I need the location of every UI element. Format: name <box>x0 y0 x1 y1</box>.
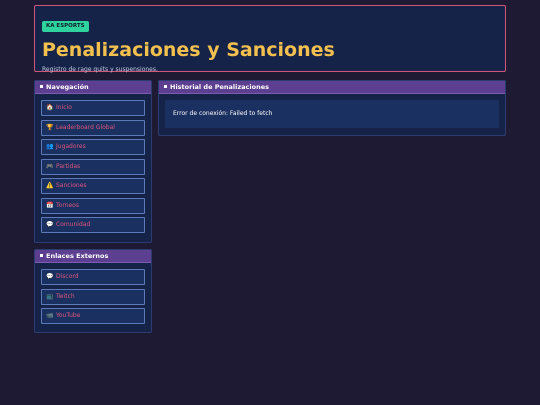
chat-icon: 💬 <box>46 221 54 228</box>
brand-badge[interactable]: KA ESPORTS <box>42 21 89 32</box>
calendar-icon: 📅 <box>46 201 54 209</box>
twitch-icon: 📺 <box>46 292 54 300</box>
history-panel-title: Historial de Penalizaciones <box>170 83 270 91</box>
external-link-discord[interactable]: 💬 Discord <box>41 269 145 285</box>
nav-item-label: Sanciones <box>56 182 87 189</box>
trophy-icon: 🏆 <box>46 123 54 131</box>
nav-panel: Navegación 🏠 Inicio 🏆 Leaderboard Global 👥… <box>34 80 152 243</box>
nav-item-jugadores[interactable]: 👥 Jugadores <box>41 139 145 155</box>
warning-icon: ⚠️ <box>46 182 54 189</box>
external-link-label: Discord <box>56 273 79 280</box>
page-header: KA ESPORTS Penalizaciones y Sanciones Re… <box>34 5 506 73</box>
gamepad-icon: 🎮 <box>46 162 54 170</box>
nav-item-label: Comunidad <box>56 221 91 228</box>
nav-item-inicio[interactable]: 🏠 Inicio <box>41 100 145 116</box>
nav-item-label: Jugadores <box>56 143 86 150</box>
nav-item-label: Torneos <box>56 201 79 209</box>
nav-item-torneos[interactable]: 📅 Torneos <box>41 197 145 214</box>
error-message: Error de conexión: Failed to fetch <box>165 100 499 128</box>
history-panel-header: Historial de Penalizaciones <box>159 81 505 94</box>
external-link-twitch[interactable]: 📺 Twitch <box>41 288 145 305</box>
nav-item-label: Partidas <box>56 162 81 170</box>
home-icon: 🏠 <box>46 104 54 111</box>
external-link-youtube[interactable]: 📹 YouTube <box>41 308 145 324</box>
external-links-panel: Enlaces Externos 💬 Discord 📺 Twitch 📹 YouTu… <box>34 249 152 333</box>
youtube-icon: 📹 <box>46 312 54 319</box>
nav-panel-header: Navegación <box>35 81 151 94</box>
page-title: Penalizaciones y Sanciones <box>42 39 335 61</box>
nav-item-comunidad[interactable]: 💬 Comunidad <box>41 217 145 233</box>
nav-item-label: Inicio <box>56 104 72 111</box>
external-link-label: YouTube <box>56 312 81 319</box>
nav-item-partidas[interactable]: 🎮 Partidas <box>41 158 145 175</box>
nav-item-label: Leaderboard Global <box>56 123 115 131</box>
nav-item-sanciones[interactable]: ⚠️ Sanciones <box>41 178 145 194</box>
external-links-list: 💬 Discord 📺 Twitch 📹 YouTube <box>35 263 151 324</box>
external-link-label: Twitch <box>56 292 75 300</box>
nav-item-leaderboard[interactable]: 🏆 Leaderboard Global <box>41 119 145 136</box>
discord-icon: 💬 <box>46 273 54 280</box>
nav-list: 🏠 Inicio 🏆 Leaderboard Global 👥 Jugadores 🎮… <box>35 94 151 233</box>
users-icon: 👥 <box>46 143 54 150</box>
bullet-icon <box>164 84 167 88</box>
bullet-icon <box>40 253 43 257</box>
history-panel: Historial de Penalizaciones Error de con… <box>158 80 506 136</box>
nav-panel-title: Navegación <box>46 83 89 91</box>
bullet-icon <box>40 84 43 88</box>
page-subtitle: Registro de rage quits y suspensiones. <box>42 66 158 73</box>
external-links-header: Enlaces Externos <box>35 250 151 263</box>
external-links-title: Enlaces Externos <box>46 252 109 260</box>
